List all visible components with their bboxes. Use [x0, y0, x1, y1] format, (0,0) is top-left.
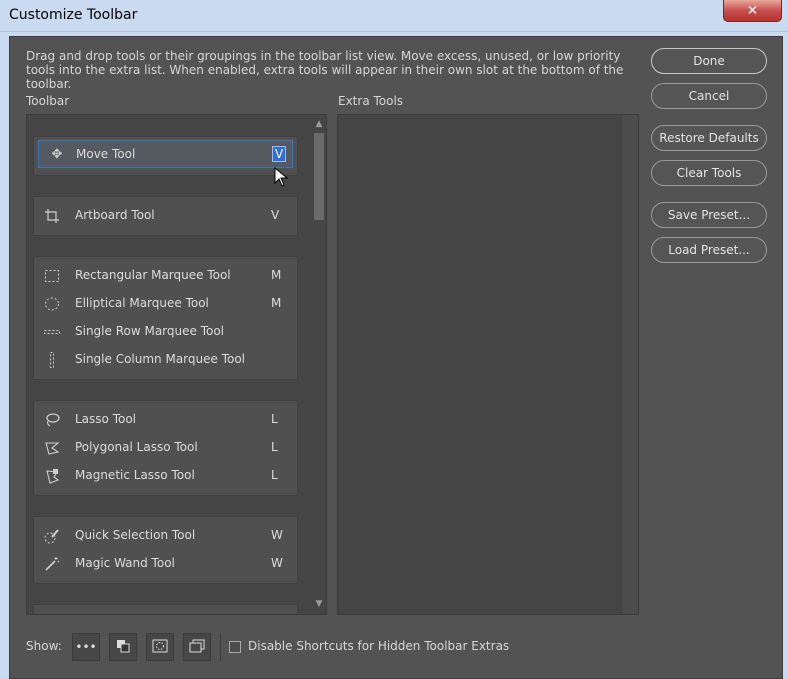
title-bar: Customize Toolbar ✕ — [0, 0, 788, 32]
tool-group[interactable]: Lasso Tool L Polygonal Lasso Tool L Magn… — [33, 400, 298, 496]
show-color-button[interactable] — [109, 633, 137, 661]
tool-group[interactable]: ✥ Move Tool V — [33, 136, 298, 176]
close-button[interactable]: ✕ — [723, 0, 782, 22]
done-button[interactable]: Done — [651, 48, 767, 74]
more-icon: ••• — [75, 640, 97, 654]
artboard-icon — [44, 208, 60, 224]
tool-row-quick-selection[interactable]: Quick Selection Tool W — [34, 522, 297, 550]
show-more-button[interactable]: ••• — [72, 633, 100, 661]
disable-shortcuts-checkbox[interactable] — [229, 641, 241, 653]
scroll-thumb[interactable] — [314, 133, 324, 220]
tool-name: Quick Selection Tool — [75, 528, 196, 542]
tool-shortcut: L — [271, 468, 278, 482]
restore-defaults-button[interactable]: Restore Defaults — [651, 125, 767, 151]
extra-tools-list[interactable] — [337, 114, 639, 615]
clear-tools-button[interactable]: Clear Tools — [651, 160, 767, 186]
tool-row-polygonal-lasso[interactable]: Polygonal Lasso Tool L — [34, 434, 297, 462]
tool-row-single-row-marquee[interactable]: Single Row Marquee Tool — [34, 318, 297, 346]
tool-name: Move Tool — [76, 147, 136, 161]
tool-row-magnetic-lasso[interactable]: Magnetic Lasso Tool L — [34, 462, 297, 490]
fg-bg-color-icon — [116, 639, 130, 656]
toolbar-list[interactable]: ✥ Move Tool V Artboard Tool V Rectangula… — [26, 114, 327, 615]
lasso-icon — [44, 412, 60, 428]
tool-name: Single Column Marquee Tool — [75, 352, 246, 366]
tool-row-move[interactable]: ✥ Move Tool V — [38, 140, 293, 168]
tool-name: Polygonal Lasso Tool — [75, 440, 198, 454]
disable-shortcuts-label[interactable]: Disable Shortcuts for Hidden Toolbar Ext… — [248, 639, 509, 653]
tool-group[interactable] — [33, 604, 298, 614]
tool-shortcut: V — [271, 208, 280, 222]
window-title: Customize Toolbar — [9, 7, 138, 23]
ellipse-marquee-icon — [44, 296, 60, 312]
save-preset-button[interactable]: Save Preset... — [651, 202, 767, 228]
tool-row-single-column-marquee[interactable]: Single Column Marquee Tool — [34, 346, 297, 374]
show-quick-mask-button[interactable] — [146, 633, 174, 661]
tool-name: Lasso Tool — [75, 412, 137, 426]
tool-name: Single Row Marquee Tool — [75, 324, 225, 338]
tool-row-ellipse-marquee[interactable]: Elliptical Marquee Tool M — [34, 290, 297, 318]
column-marquee-icon — [44, 352, 60, 368]
quick-selection-icon — [44, 528, 60, 544]
extra-tools-label: Extra Tools — [338, 94, 404, 108]
tool-row-rect-marquee[interactable]: Rectangular Marquee Tool M — [34, 262, 297, 290]
cancel-button[interactable]: Cancel — [651, 83, 767, 109]
tool-group[interactable]: Rectangular Marquee Tool M Elliptical Ma… — [33, 256, 298, 380]
tool-row-artboard[interactable]: Artboard Tool V — [34, 202, 297, 230]
tool-group[interactable]: Quick Selection Tool W Magic Wand Tool W — [33, 516, 298, 584]
show-label: Show: — [26, 639, 62, 653]
load-preset-button[interactable]: Load Preset... — [651, 237, 767, 263]
tool-group[interactable]: Artboard Tool V — [33, 196, 298, 236]
scroll-up-icon[interactable]: ▲ — [312, 117, 326, 131]
mouse-cursor-icon — [274, 167, 288, 187]
quick-mask-icon — [152, 639, 168, 656]
row-marquee-icon — [44, 324, 60, 340]
tool-shortcut: M — [271, 296, 282, 310]
tool-shortcut: L — [271, 440, 278, 454]
show-screen-mode-button[interactable] — [183, 633, 211, 661]
tool-shortcut: M — [271, 268, 282, 282]
toolbar-label: Toolbar — [26, 94, 70, 108]
tool-shortcut: W — [271, 528, 283, 542]
tool-shortcut: W — [271, 556, 283, 570]
close-icon: ✕ — [746, 2, 759, 19]
extra-tools-scrollbar[interactable] — [622, 115, 638, 614]
rect-marquee-icon — [44, 268, 60, 284]
tool-row-lasso[interactable]: Lasso Tool L — [34, 406, 297, 434]
tool-shortcut: L — [271, 412, 278, 426]
tool-name: Magic Wand Tool — [75, 556, 175, 570]
magic-wand-icon — [44, 556, 60, 572]
toolbar-list-scrollbar[interactable]: ▲ ▼ — [312, 115, 326, 614]
polygonal-lasso-icon — [44, 440, 60, 456]
scroll-down-icon[interactable]: ▼ — [312, 597, 326, 611]
screen-mode-icon — [189, 639, 205, 656]
footer-divider — [220, 633, 221, 661]
tool-name: Magnetic Lasso Tool — [75, 468, 195, 482]
tool-name: Artboard Tool — [75, 208, 155, 222]
magnetic-lasso-icon — [44, 468, 60, 484]
tool-name: Elliptical Marquee Tool — [75, 296, 209, 310]
tool-row-magic-wand[interactable]: Magic Wand Tool W — [34, 550, 297, 578]
tool-shortcut[interactable]: V — [271, 146, 287, 162]
description-text: Drag and drop tools or their groupings i… — [26, 49, 624, 91]
tool-name: Rectangular Marquee Tool — [75, 268, 231, 282]
move-icon: ✥ — [51, 147, 63, 162]
